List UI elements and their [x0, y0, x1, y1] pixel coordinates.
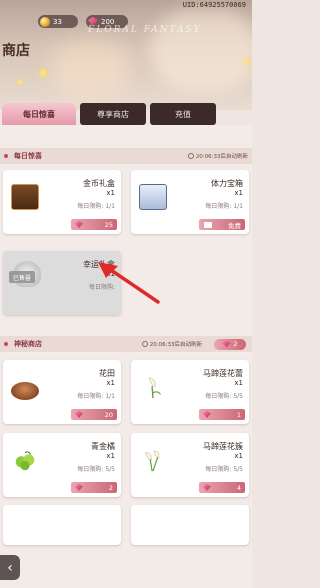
- calla-cluster-icon: [145, 450, 160, 472]
- mystery-section-title: 神秘商店: [14, 340, 42, 348]
- shop-panel: 每日惊喜 20:06:33后自动刷新 金币礼盒 x1 每日限购: 1/1 25 …: [0, 125, 252, 588]
- pointer-arrow-icon: [98, 262, 160, 304]
- free-claim-button[interactable]: 免费: [199, 219, 245, 230]
- shop-item-calla-bud[interactable]: 马蹄莲花蕾 x1 每日限购: 5/5 1: [131, 360, 249, 424]
- kumquat-icon: [15, 451, 35, 471]
- gem-icon: [75, 484, 83, 491]
- daily-refresh-timer: 20:06:33后自动刷新: [187, 152, 248, 160]
- coin-icon: [40, 16, 50, 27]
- buy-button[interactable]: 25: [71, 219, 117, 230]
- page-title: 商店: [2, 43, 30, 59]
- buy-button[interactable]: 20: [71, 409, 117, 420]
- shop-item-gold-giftbox[interactable]: 金币礼盒 x1 每日限购: 1/1 25: [3, 170, 121, 234]
- banner-text: FLORAL FANTASY: [88, 25, 202, 35]
- video-icon: [204, 221, 212, 228]
- shop-item-stamina-chest[interactable]: 体力宝箱 x1 每日限购: 1/1 免费: [131, 170, 249, 234]
- blue-chest-icon: [139, 184, 167, 210]
- tab-recharge[interactable]: 充值: [150, 103, 216, 125]
- shop-item-calla-cluster[interactable]: 马蹄莲花簇 x1 每日限购: 5/5 4: [131, 433, 249, 497]
- buy-button[interactable]: 4: [199, 482, 245, 493]
- shop-item-partial[interactable]: [3, 505, 121, 545]
- mystery-refresh-timer: 20:06:33后自动刷新: [141, 340, 202, 348]
- gold-value: 33: [53, 17, 62, 26]
- gem-icon: [75, 411, 83, 418]
- gem-icon: [222, 340, 231, 348]
- daily-section-title: 每日惊喜: [14, 152, 42, 160]
- gem-icon: [203, 484, 211, 491]
- gem-icon: [75, 221, 83, 228]
- tab-bar: 每日惊喜 尊享商店 充值: [0, 103, 252, 125]
- shop-item-partial[interactable]: [131, 505, 249, 545]
- clock-icon: [187, 153, 194, 159]
- buy-button[interactable]: 2: [71, 482, 117, 493]
- daily-section-header: 每日惊喜 20:06:33后自动刷新: [0, 148, 252, 164]
- clock-icon: [141, 341, 148, 347]
- mystery-section-header: 神秘商店 20:06:33后自动刷新 2: [0, 336, 252, 352]
- uid-label: UID:64925570069: [182, 1, 246, 9]
- tab-daily-surprise[interactable]: 每日惊喜: [2, 103, 76, 125]
- refresh-button[interactable]: 2: [214, 338, 246, 350]
- gem-icon: [203, 411, 211, 418]
- calla-bud-icon: [148, 377, 161, 399]
- shop-item-kumquat[interactable]: 青金橘 x1 每日限购: 5/5 2: [3, 433, 121, 497]
- sold-out-badge: 已售罄: [9, 271, 35, 283]
- buy-button[interactable]: 1: [199, 409, 245, 420]
- flower-field-icon: [11, 382, 39, 400]
- gold-counter[interactable]: 33: [38, 15, 78, 28]
- gold-chest-icon: [11, 184, 39, 210]
- shop-item-flower-field[interactable]: 花田 x1 每日限购: 1/1 20: [3, 360, 121, 424]
- tab-premium-shop[interactable]: 尊享商店: [80, 103, 146, 125]
- back-button[interactable]: ‹: [0, 555, 20, 580]
- chevron-left-icon: ‹: [7, 559, 13, 576]
